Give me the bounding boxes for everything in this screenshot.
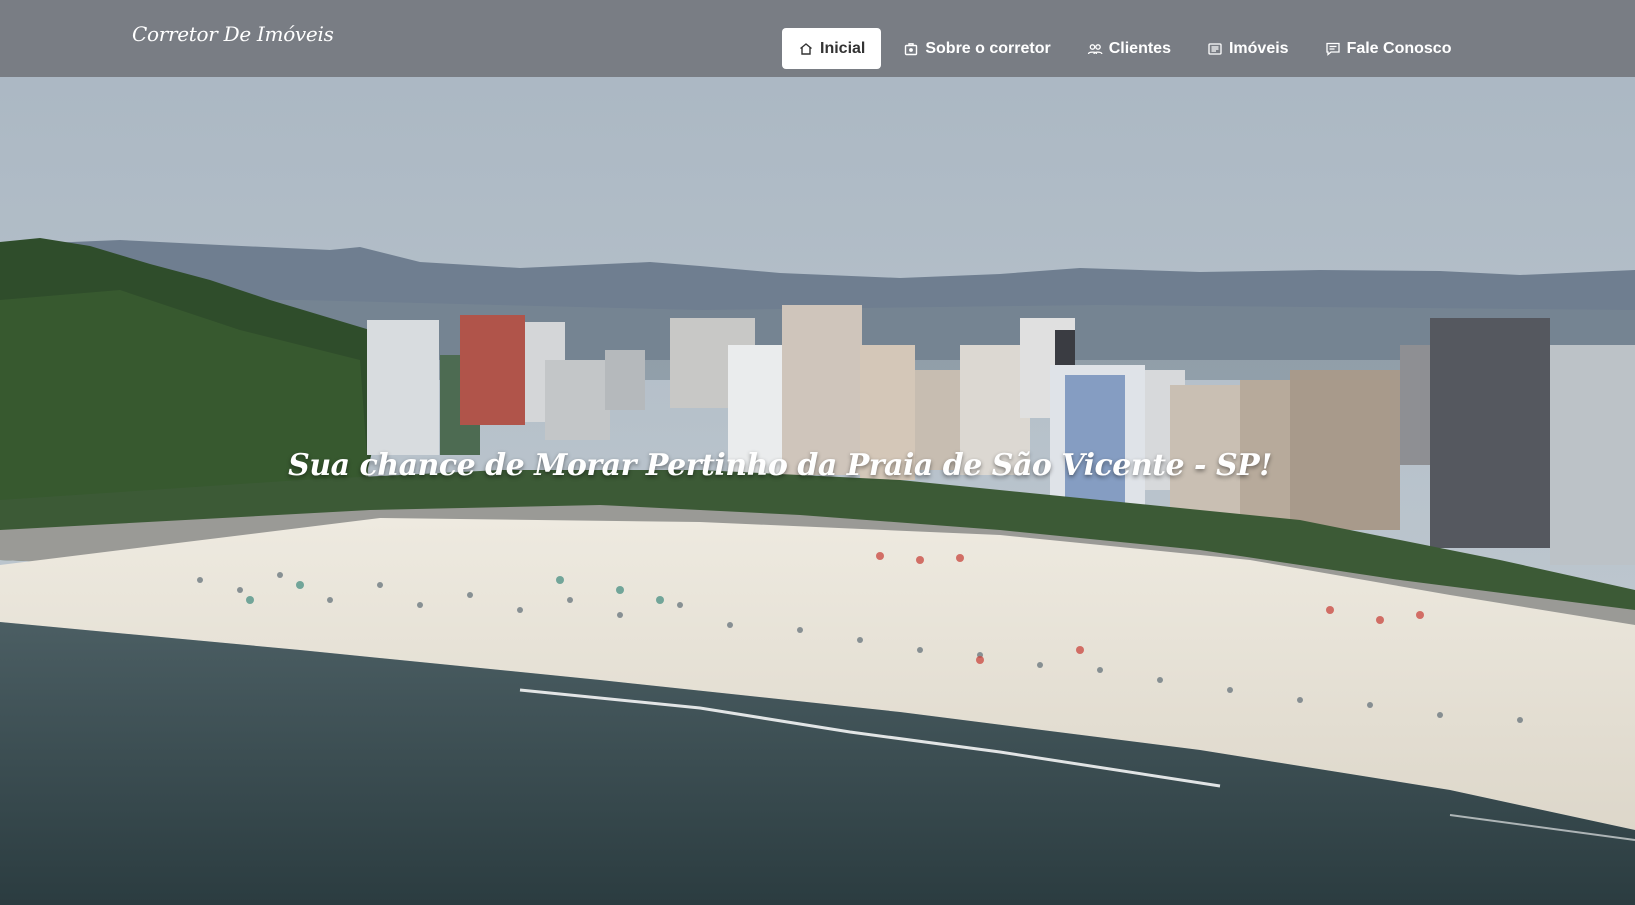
chat-icon [1325,41,1341,57]
users-icon [1087,41,1103,57]
brand-logo[interactable]: Corretor De Imóveis [132,22,334,46]
nav-item-label: Fale Conosco [1346,39,1452,57]
nav-item-label: Clientes [1108,39,1171,57]
top-navbar: Corretor De Imóveis Inicial Sobre o corr… [0,0,1635,77]
hero-section: Corretor De Imóveis Inicial Sobre o corr… [0,0,1635,905]
nav-item-label: Inicial [820,39,866,57]
home-icon [798,41,814,57]
list-icon [1207,41,1223,57]
nav-item-fale-conosco[interactable]: Fale Conosco [1311,28,1466,69]
nav-item-inicial[interactable]: Inicial [782,28,882,69]
hero-headline: Sua chance de Morar Pertinho da Praia de… [288,448,1272,484]
briefcase-icon [903,41,919,57]
nav-item-imoveis[interactable]: Imóveis [1193,28,1303,69]
nav-item-sobre[interactable]: Sobre o corretor [889,28,1064,69]
nav-item-label: Sobre o corretor [925,39,1051,57]
main-nav: Inicial Sobre o corretor Clientes Imóvei… [782,28,1465,69]
nav-item-label: Imóveis [1228,39,1289,57]
nav-item-clientes[interactable]: Clientes [1073,28,1185,69]
